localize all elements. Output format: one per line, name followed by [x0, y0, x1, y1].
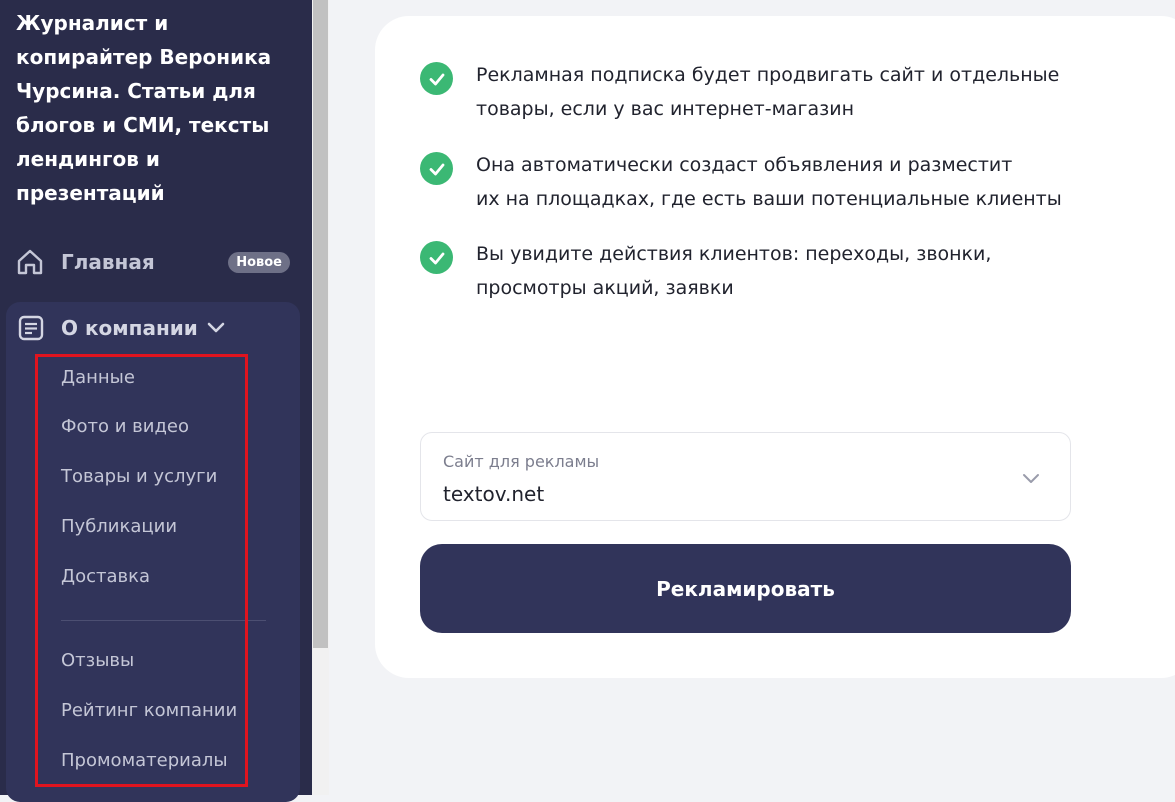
- feature-text: Она автоматически создаст объявления и р…: [476, 148, 1062, 216]
- feature-item: Вы увидите действия клиентов: переходы, …: [420, 241, 1100, 305]
- sidebar: Журналист и копирайтер Вероника Чурсина.…: [0, 0, 312, 802]
- feature-line: просмотры акций, заявки: [476, 277, 734, 299]
- check-icon: [420, 241, 453, 274]
- chevron-down-icon: [1022, 470, 1040, 489]
- new-badge: Новое: [228, 251, 290, 273]
- sidebar-item-home[interactable]: Главная Новое: [14, 243, 290, 281]
- sidebar-scrollbar[interactable]: [312, 0, 329, 795]
- check-icon: [420, 62, 453, 95]
- company-section-label: О компании: [61, 316, 198, 340]
- feature-text: Рекламная подписка будет продвигать сайт…: [476, 58, 1059, 126]
- home-icon: [14, 246, 46, 278]
- sidebar-item-label: Главная: [61, 250, 155, 274]
- company-section-toggle[interactable]: О компании: [16, 312, 286, 344]
- feature-line: Рекламная подписка будет продвигать сайт…: [476, 64, 1060, 86]
- scrollbar-thumb[interactable]: [313, 0, 328, 648]
- document-icon: [16, 313, 46, 343]
- site-select-label: Сайт для рекламы: [443, 452, 600, 471]
- feature-item: Она автоматически создаст объявления и р…: [420, 152, 1100, 216]
- feature-item: Рекламная подписка будет продвигать сайт…: [420, 62, 1100, 126]
- site-select-value: textov.net: [443, 482, 545, 506]
- feature-text: Вы увидите действия клиентов: переходы, …: [476, 237, 991, 305]
- site-select[interactable]: Сайт для рекламы textov.net: [420, 432, 1071, 521]
- promote-button[interactable]: Рекламировать: [420, 544, 1071, 633]
- highlight-annotation: [35, 354, 248, 787]
- check-icon: [420, 152, 453, 185]
- feature-line: Она автоматически создаст объявления и р…: [476, 154, 1013, 176]
- feature-line: их на площадках, где есть ваши потенциал…: [476, 188, 1062, 210]
- company-title: Журналист и копирайтер Вероника Чурсина.…: [16, 11, 272, 205]
- feature-line: Вы увидите действия клиентов: переходы, …: [476, 243, 992, 265]
- feature-line: товары, если у вас интернет-магазин: [476, 98, 855, 120]
- chevron-down-icon: [206, 321, 226, 335]
